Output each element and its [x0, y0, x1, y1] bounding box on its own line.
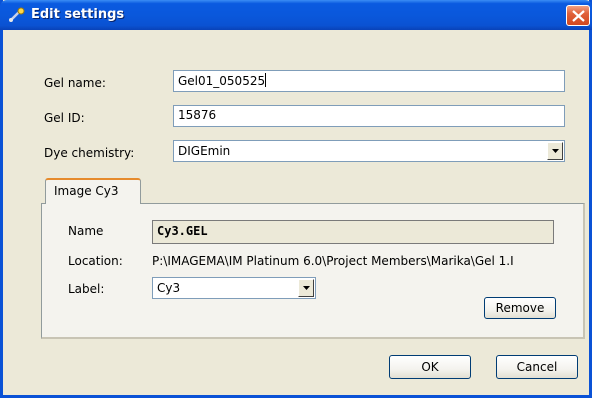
dialog-title: Edit settings [31, 7, 125, 22]
chevron-down-icon [303, 286, 310, 290]
cancel-button[interactable]: Cancel [496, 355, 578, 379]
remove-button[interactable]: Remove [484, 297, 556, 319]
image-cy3-panel: Name Cy3.GEL Location: P:\IMAGEMA\IM Pla… [41, 203, 585, 339]
gel-name-label: Gel name: [44, 76, 106, 90]
dye-chemistry-select[interactable]: DIGEmin [173, 140, 565, 162]
gel-id-value: 15876 [178, 108, 217, 122]
image-location-value: P:\IMAGEMA\IM Platinum 6.0\Project Membe… [152, 254, 514, 268]
title-bar[interactable]: Edit settings [0, 0, 592, 30]
gel-name-value: Gel01_050525 [178, 74, 266, 88]
chevron-down-icon [552, 149, 559, 153]
ok-button[interactable]: OK [389, 355, 471, 379]
tab-image-cy3[interactable]: Image Cy3 [45, 178, 141, 204]
image-label-value: Cy3 [157, 281, 181, 295]
edit-settings-dialog: Edit settings Gel name: Gel01_050525 Gel… [0, 0, 592, 398]
image-label-label: Label: [68, 282, 105, 296]
gel-id-input[interactable]: 15876 [173, 105, 565, 127]
text-caret [265, 73, 267, 87]
gel-settings-icon [8, 7, 26, 23]
image-location-label: Location: [68, 254, 123, 268]
image-name-value: Cy3.GEL [157, 224, 208, 238]
dye-chemistry-dropdown-button[interactable] [547, 142, 563, 160]
gel-id-label: Gel ID: [44, 111, 85, 125]
dye-chemistry-label: Dye chemistry: [44, 146, 135, 160]
close-button[interactable] [566, 5, 590, 26]
image-name-label: Name [68, 224, 104, 238]
image-label-dropdown-button[interactable] [298, 279, 314, 297]
image-name-field: Cy3.GEL [152, 220, 554, 244]
dye-chemistry-value: DIGEmin [178, 144, 231, 158]
tab-image-cy3-label: Image Cy3 [54, 184, 119, 198]
gel-name-input[interactable]: Gel01_050525 [173, 70, 565, 92]
close-icon [572, 10, 585, 22]
image-label-select[interactable]: Cy3 [152, 277, 316, 299]
